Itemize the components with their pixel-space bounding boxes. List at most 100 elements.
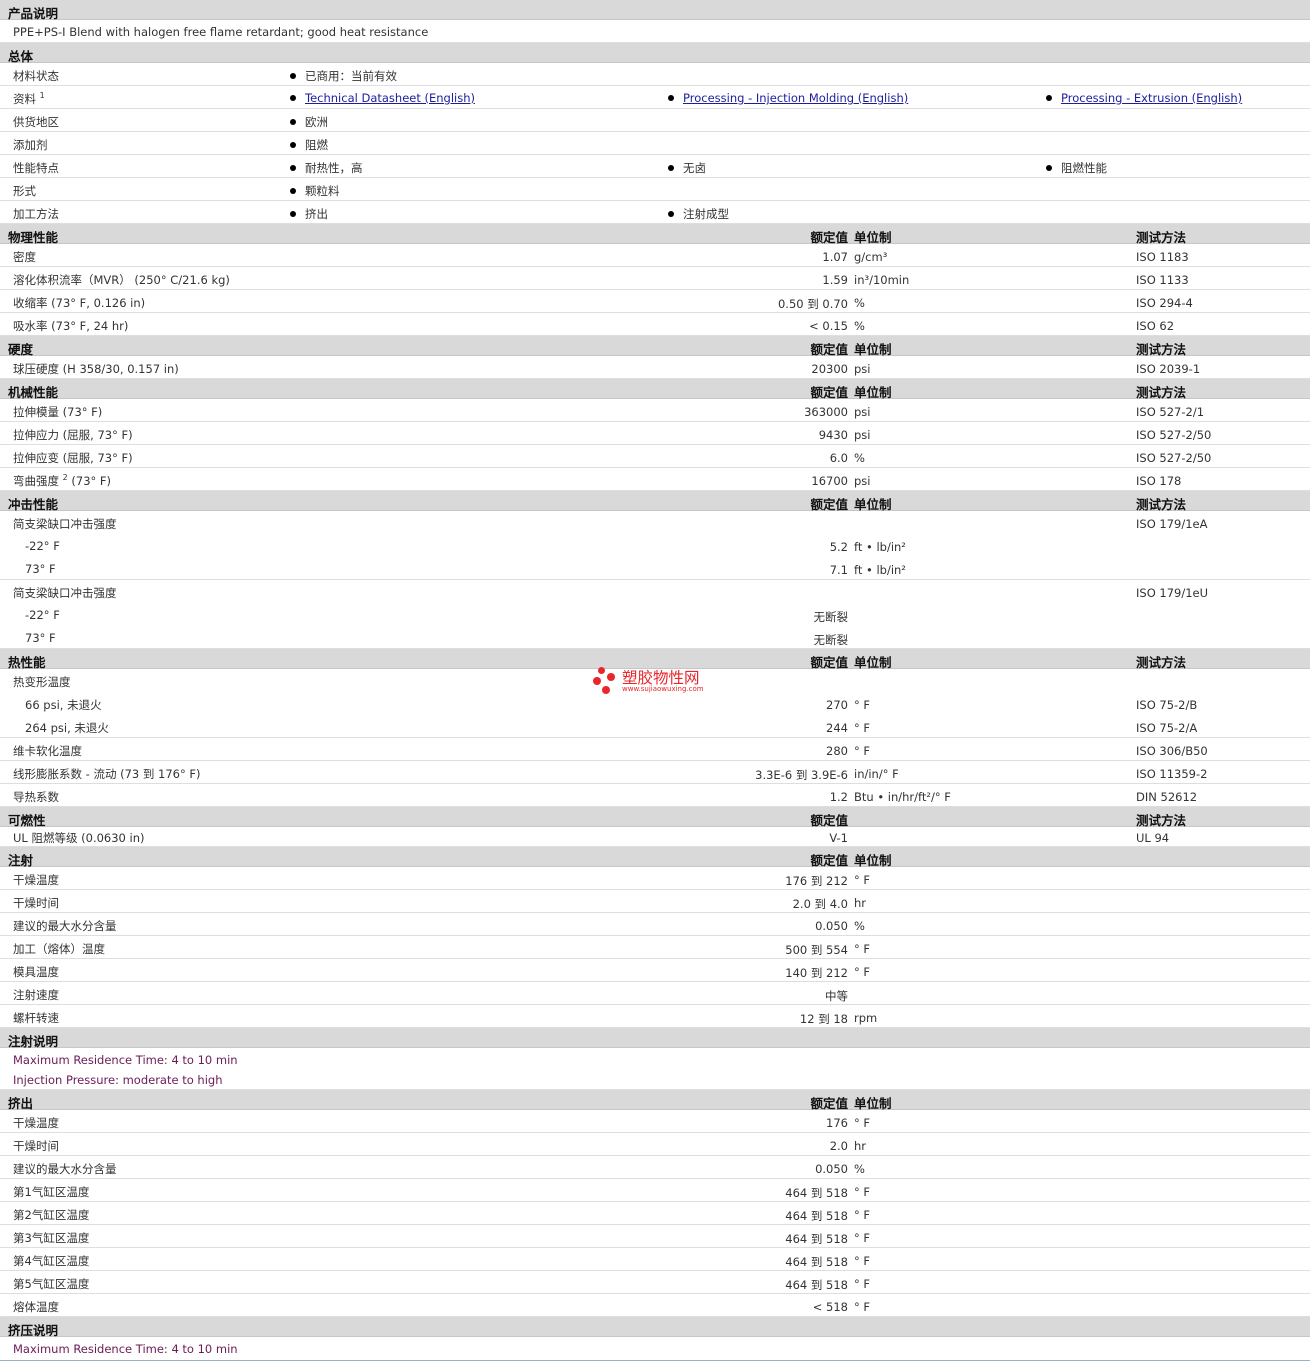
row-method: DIN 52612 xyxy=(1136,790,1198,804)
bullet-text: 阻燃 xyxy=(305,138,328,152)
general-row-additive: 添加剂 阻燃 xyxy=(0,132,1310,155)
row-method: ISO 75-2/A xyxy=(1136,721,1198,735)
table-row: 球压硬度 (H 358/30, 0.157 in) 20300 psi ISO … xyxy=(0,356,1310,379)
row-value: 3.3E-6 到 3.9E-6 xyxy=(755,768,848,782)
row-label: 干燥温度 xyxy=(13,1116,59,1130)
table-row: 收缩率 (73° F, 0.126 in) 0.50 到 0.70 % ISO … xyxy=(0,290,1310,313)
bullet-item: 阻燃 xyxy=(290,137,328,153)
row-value: 1.2 xyxy=(829,790,848,804)
section-header-general: 总体 xyxy=(0,43,1310,64)
row-unit: ° F xyxy=(854,721,871,735)
row-method: ISO 179/1eU xyxy=(1136,586,1209,600)
row-value: 20300 xyxy=(811,362,848,376)
bullet-text: 注射成型 xyxy=(683,207,729,221)
row-label: 干燥时间 xyxy=(13,896,59,910)
general-row-documents: 资料 1 Technical Datasheet (English) Proce… xyxy=(0,86,1310,109)
table-row: 拉伸应变 (屈服, 73° F) 6.0 % ISO 527-2/50 xyxy=(0,445,1310,468)
table-row: 加工（熔体）温度 500 到 554 ° F xyxy=(0,936,1310,959)
row-unit: % xyxy=(854,451,865,465)
row-unit: in/in/° F xyxy=(854,767,899,781)
row-value: 270 xyxy=(826,698,848,712)
row-method: ISO 11359-2 xyxy=(1136,767,1208,781)
row-value: 176 xyxy=(826,1116,848,1130)
row-method: ISO 2039-1 xyxy=(1136,362,1201,376)
bullet-icon xyxy=(290,210,296,217)
row-label: 材料状态 xyxy=(13,69,59,83)
row-label: 264 psi, 未退火 xyxy=(25,721,109,735)
row-label: 维卡软化温度 xyxy=(13,744,82,758)
row-unit: in³/10min xyxy=(854,273,910,287)
row-value: < 518 xyxy=(812,1300,848,1314)
bullet-icon xyxy=(290,72,296,79)
row-label: 建议的最大水分含量 xyxy=(13,919,117,933)
row-method: ISO 294-4 xyxy=(1136,296,1193,310)
row-label: 第2气缸区温度 xyxy=(13,1208,90,1222)
row-label: 第1气缸区温度 xyxy=(13,1185,90,1199)
injection-notes-block: Maximum Residence Time: 4 to 10 min Inje… xyxy=(0,1048,1310,1090)
bullet-text: 挤出 xyxy=(305,207,328,221)
row-value: 0.050 xyxy=(815,1162,848,1176)
table-row: 建议的最大水分含量 0.050 % xyxy=(0,913,1310,936)
row-label: 模具温度 xyxy=(13,965,59,979)
table-row: 模具温度 140 到 212 ° F xyxy=(0,959,1310,982)
processing-injection-molding-link[interactable]: Processing - Injection Molding (English) xyxy=(683,91,908,105)
technical-datasheet-link[interactable]: Technical Datasheet (English) xyxy=(305,91,475,105)
row-unit: ft • lb/in² xyxy=(854,540,906,554)
row-value: 0.50 到 0.70 xyxy=(777,297,848,311)
row-unit: ° F xyxy=(854,698,871,712)
table-row: 第3气缸区温度 464 到 518 ° F xyxy=(0,1225,1310,1248)
row-label: 资料 1 xyxy=(13,91,45,107)
row-label: 加工（熔体）温度 xyxy=(13,942,105,956)
datasheet-page: 产品说明 PPE+PS-I Blend with halogen free fl… xyxy=(0,0,1310,1364)
row-unit: ° F xyxy=(854,965,871,979)
row-label: 简支梁缺口冲击强度 xyxy=(13,517,117,531)
row-label: 球压硬度 (H 358/30, 0.157 in) xyxy=(13,362,179,376)
row-value: 176 到 212 xyxy=(785,874,848,888)
row-label: 密度 xyxy=(13,250,36,264)
row-method: ISO 62 xyxy=(1136,319,1175,333)
row-value: 464 到 518 xyxy=(785,1278,848,1292)
bullet-item: 颗粒料 xyxy=(290,183,340,199)
row-label: 拉伸应变 (屈服, 73° F) xyxy=(13,451,133,465)
row-value: 9430 xyxy=(818,428,848,442)
table-row: 线形膨胀系数 - 流动 (73 到 176° F) 3.3E-6 到 3.9E-… xyxy=(0,761,1310,784)
row-unit: ° F xyxy=(854,1231,871,1245)
row-label: -22° F xyxy=(25,608,60,622)
row-method: ISO 75-2/B xyxy=(1136,698,1198,712)
row-value: 464 到 518 xyxy=(785,1232,848,1246)
row-method: ISO 306/B50 xyxy=(1136,744,1208,758)
section-header-injection: 注射 额定值 单位制 xyxy=(0,847,1310,868)
row-label: 形式 xyxy=(13,184,36,198)
row-label: 供货地区 xyxy=(13,115,59,129)
table-row: 干燥温度 176 到 212 ° F xyxy=(0,867,1310,890)
bullet-icon xyxy=(1046,94,1052,101)
section-header-product-description: 产品说明 xyxy=(0,0,1310,21)
row-value: 244 xyxy=(826,721,848,735)
row-label: 收缩率 (73° F, 0.126 in) xyxy=(13,296,146,310)
row-method: ISO 179/1eA xyxy=(1136,517,1208,531)
row-value: 16700 xyxy=(811,474,848,488)
note-line: Maximum Residence Time: 4 to 10 min xyxy=(13,1342,238,1356)
bullet-item: Processing - Extrusion (English) xyxy=(1046,91,1242,105)
row-value: 464 到 518 xyxy=(785,1186,848,1200)
table-row: 弯曲强度 2 (73° F) 16700 psi ISO 178 xyxy=(0,468,1310,491)
row-unit: Btu • in/hr/ft²/° F xyxy=(854,790,951,804)
product-description-text: PPE+PS-I Blend with halogen free flame r… xyxy=(13,25,429,39)
bullet-icon xyxy=(668,210,674,217)
table-row: 干燥温度 176 ° F xyxy=(0,1110,1310,1133)
general-row-processing: 加工方法 挤出 注射成型 xyxy=(0,201,1310,224)
row-label: 弯曲强度 2 (73° F) xyxy=(13,473,111,489)
bullet-item: 阻燃性能 xyxy=(1046,160,1107,176)
row-value: 500 到 554 xyxy=(785,943,848,957)
row-label: 第3气缸区温度 xyxy=(13,1231,90,1245)
row-label: 拉伸应力 (屈服, 73° F) xyxy=(13,428,133,442)
logo-dot-icon xyxy=(598,667,605,674)
table-row: 拉伸模量 (73° F) 363000 psi ISO 527-2/1 xyxy=(0,399,1310,422)
processing-extrusion-link[interactable]: Processing - Extrusion (English) xyxy=(1061,91,1242,105)
row-label: 热变形温度 xyxy=(13,675,71,689)
row-label: 简支梁缺口冲击强度 xyxy=(13,586,117,600)
table-row: 干燥时间 2.0 hr xyxy=(0,1133,1310,1156)
table-row: 第5气缸区温度 464 到 518 ° F xyxy=(0,1271,1310,1294)
table-row: -22° F 无断裂 xyxy=(0,603,1310,626)
row-label: 73° F xyxy=(25,562,56,576)
